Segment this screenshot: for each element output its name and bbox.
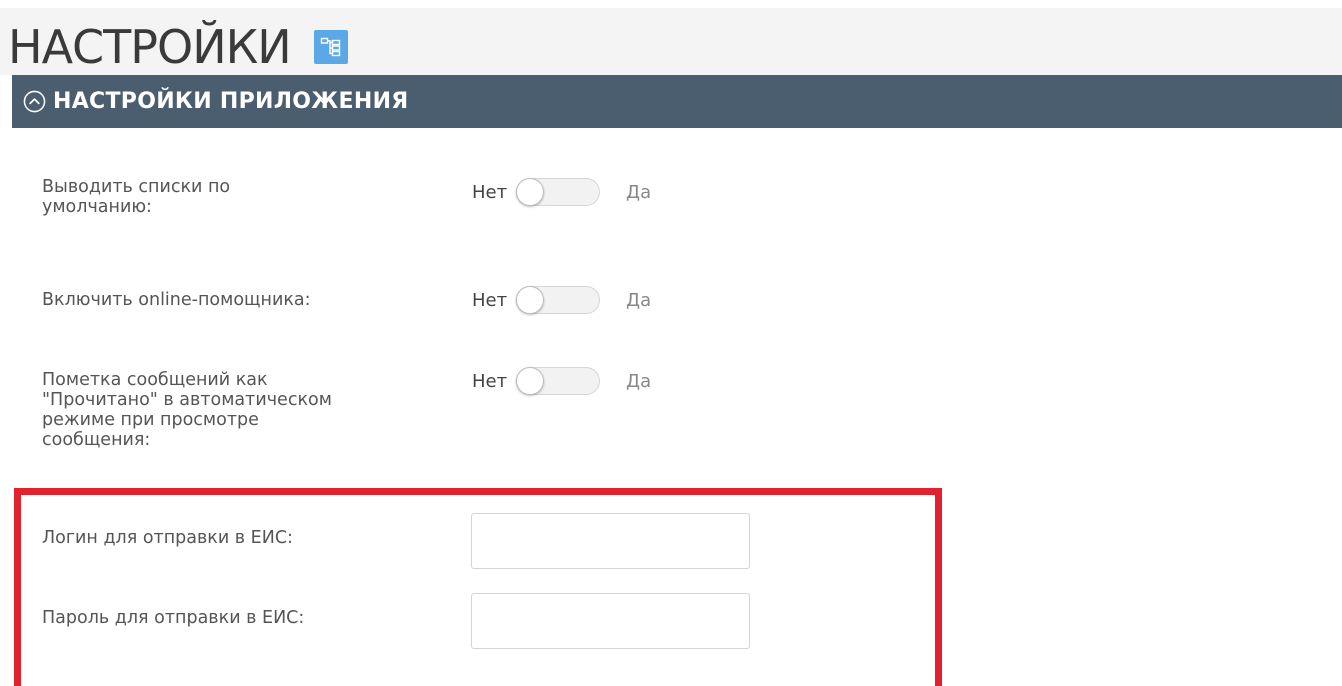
structure-tree-icon	[320, 37, 341, 57]
toggle-knob	[516, 286, 544, 314]
eis-login-label: Логин для отправки в ЕИС:	[42, 528, 293, 548]
toggle-on-label: Да	[626, 370, 652, 392]
page-title: НАСТРОЙКИ	[8, 20, 292, 74]
eis-password-label: Пароль для отправки в ЕИС:	[42, 608, 305, 628]
toggle-knob	[516, 367, 544, 395]
chevron-up-circle-icon[interactable]	[23, 90, 46, 113]
eis-login-input[interactable]	[471, 513, 750, 569]
top-bar: НАСТРОЙКИ	[0, 0, 1342, 75]
setting-label-online-helper: Включить online-помощника:	[42, 290, 311, 310]
toggle-on-label: Да	[626, 181, 652, 203]
eis-password-input[interactable]	[471, 593, 750, 649]
toggle-on-label: Да	[626, 289, 652, 311]
setting-toggle-online-helper: Нет Да	[472, 285, 651, 315]
setting-toggle-default-lists: Нет Да	[472, 177, 651, 207]
setting-label-default-lists: Выводить списки по умолчанию:	[42, 177, 231, 217]
section-title: НАСТРОЙКИ ПРИЛОЖЕНИЯ	[53, 89, 409, 114]
toggle-switch-online-helper[interactable]	[516, 286, 600, 314]
toggle-switch-auto-read[interactable]	[516, 367, 600, 395]
setting-toggle-auto-read: Нет Да	[472, 366, 651, 396]
section-header-app-settings[interactable]: НАСТРОЙКИ ПРИЛОЖЕНИЯ	[12, 75, 1342, 128]
structure-button[interactable]	[314, 30, 348, 64]
setting-label-auto-read: Пометка сообщений как "Прочитано" в авто…	[42, 370, 332, 450]
toggle-switch-default-lists[interactable]	[516, 178, 600, 206]
toggle-knob	[516, 178, 544, 206]
